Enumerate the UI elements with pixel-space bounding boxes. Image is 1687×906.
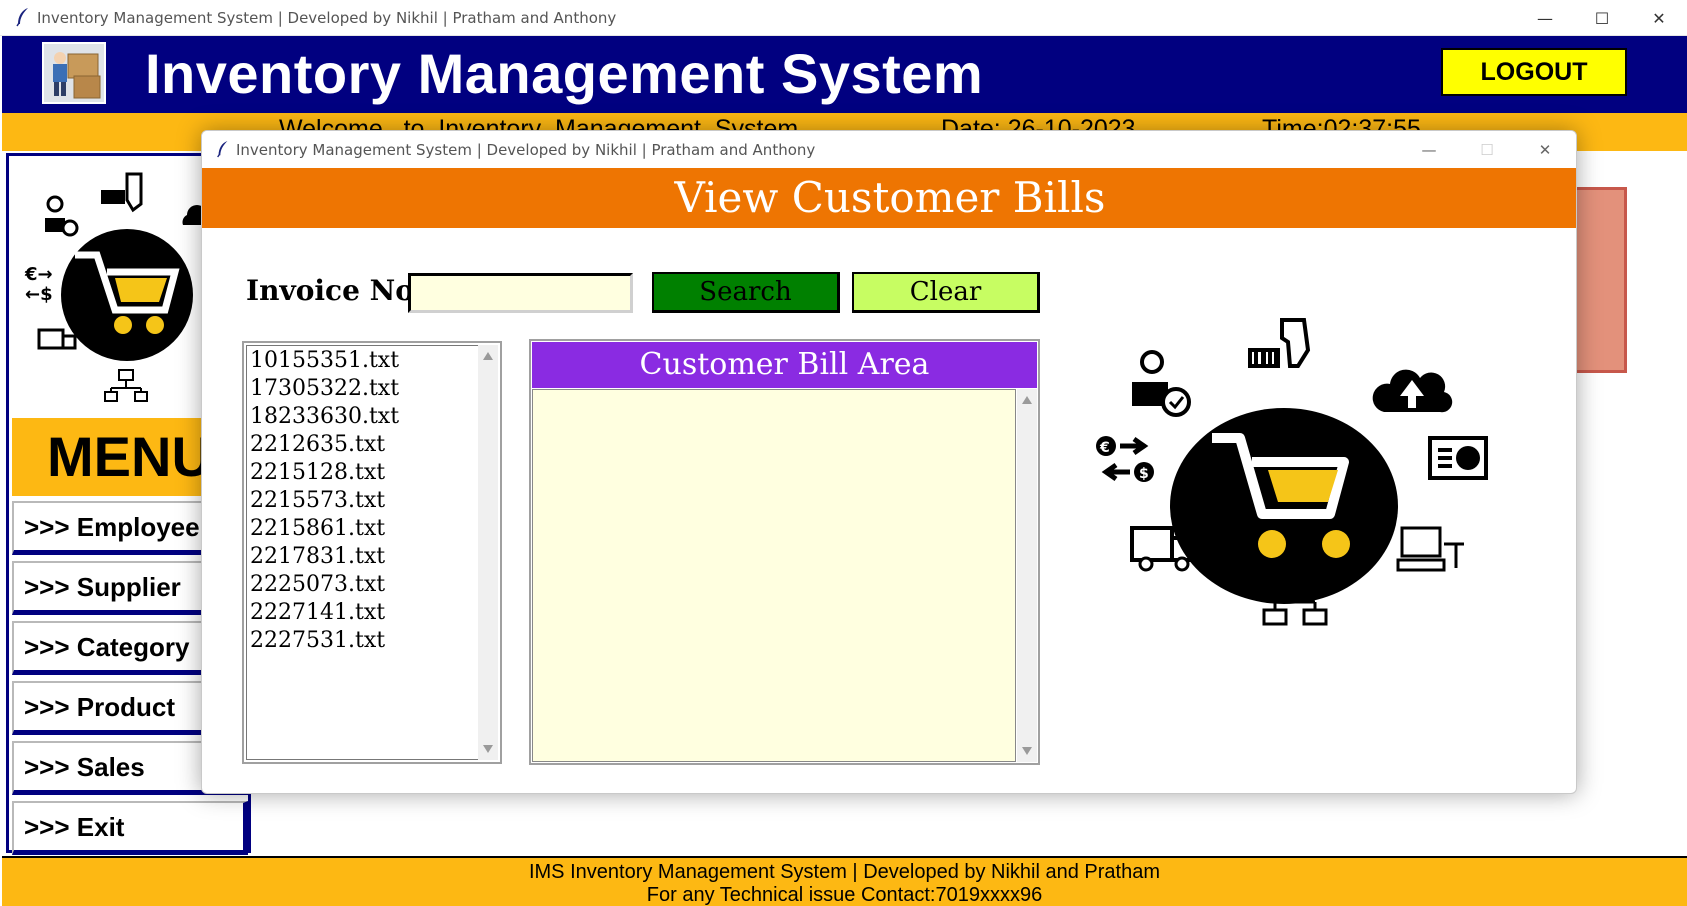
close-button[interactable]: ✕ [1630, 0, 1687, 36]
bill-area-title: Customer Bill Area [532, 342, 1037, 388]
view-bills-dialog: Inventory Management System | Developed … [201, 130, 1577, 794]
scroll-up-icon[interactable] [1022, 396, 1032, 404]
list-item[interactable]: 10155351.txt [250, 348, 399, 373]
bills-listbox[interactable]: 10155351.txt 17305322.txt 18233630.txt 2… [242, 341, 502, 764]
scroll-down-icon[interactable] [483, 745, 493, 753]
dialog-close-button[interactable]: ✕ [1516, 131, 1574, 168]
list-item[interactable]: 2212635.txt [250, 432, 385, 457]
app-logo [42, 42, 106, 104]
list-item[interactable]: 2227141.txt [250, 600, 385, 625]
search-button[interactable]: Search [652, 272, 840, 313]
dialog-titlebar: Inventory Management System | Developed … [202, 131, 1576, 168]
app-title: Inventory Management System [145, 42, 984, 105]
list-item[interactable]: 2215861.txt [250, 516, 385, 541]
app-footer: IMS Inventory Management System | Develo… [2, 856, 1687, 906]
list-item[interactable]: 2215128.txt [250, 460, 385, 485]
maximize-button[interactable]: ☐ [1573, 0, 1631, 36]
dialog-minimize-button[interactable]: — [1400, 131, 1458, 168]
bill-area-scrollbar[interactable] [1017, 389, 1037, 762]
scroll-down-icon[interactable] [1022, 747, 1032, 755]
feather-app-icon [217, 141, 228, 158]
list-item[interactable]: 18233630.txt [250, 404, 399, 429]
dialog-header: View Customer Bills [202, 168, 1576, 228]
app-header: Inventory Management System LOGOUT [2, 36, 1687, 113]
list-item[interactable]: 2227531.txt [250, 628, 385, 653]
window-titlebar: Inventory Management System | Developed … [0, 0, 1687, 36]
svg-text:←$: ←$ [25, 284, 53, 305]
list-item[interactable]: 2215573.txt [250, 488, 385, 513]
window-title: Inventory Management System | Developed … [37, 9, 617, 27]
menu-exit-button[interactable]: >>> Exit [12, 801, 248, 855]
footer-line-2: For any Technical issue Contact:7019xxxx… [646, 884, 1043, 906]
scroll-up-icon[interactable] [483, 352, 493, 360]
dialog-maximize-button[interactable]: ☐ [1458, 131, 1516, 168]
svg-text:€: € [1099, 440, 1110, 456]
invoice-input[interactable] [408, 273, 633, 313]
shopping-cart-illustration: € $ [1096, 318, 1488, 626]
bill-area-frame: Customer Bill Area [529, 339, 1040, 765]
footer-line-1: IMS Inventory Management System | Develo… [528, 861, 1161, 883]
minimize-button[interactable]: — [1516, 0, 1574, 36]
svg-text:€→: €→ [24, 264, 53, 285]
list-item[interactable]: 17305322.txt [250, 376, 399, 401]
feather-app-icon [16, 8, 28, 27]
list-item[interactable]: 2225073.txt [250, 572, 385, 597]
svg-text:$: $ [1139, 466, 1149, 482]
list-item[interactable]: 2217831.txt [250, 544, 385, 569]
clear-button[interactable]: Clear [852, 272, 1040, 313]
boxes-person-icon [44, 44, 104, 102]
bills-list-scrollbar[interactable] [478, 345, 498, 760]
bill-text-area[interactable] [532, 389, 1016, 762]
bills-list: 10155351.txt 17305322.txt 18233630.txt 2… [246, 345, 480, 760]
dialog-title: Inventory Management System | Developed … [236, 141, 816, 159]
invoice-label: Invoice No. [246, 274, 424, 307]
logout-button[interactable]: LOGOUT [1441, 48, 1627, 96]
